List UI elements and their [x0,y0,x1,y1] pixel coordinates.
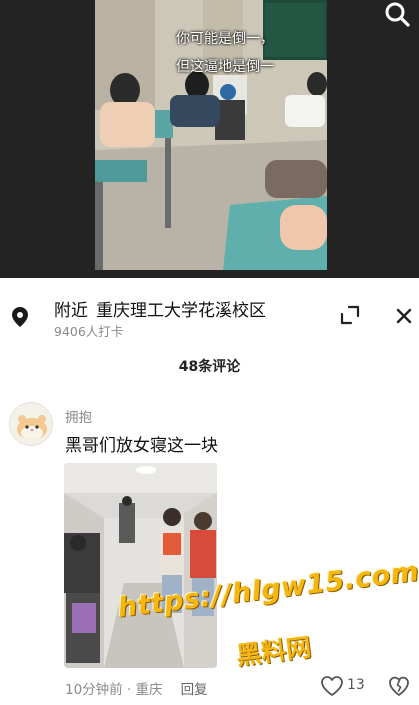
video-subtitle-line-1: 你可能是倒一， [176,31,274,47]
video-subtitle-line-2: 但这逼地是倒一 [176,59,274,75]
comment-count-header: 48条评论 [178,359,241,375]
dorm-hallway-photo [64,463,217,668]
comment-username[interactable]: 拥抱 [65,406,92,426]
hamster-avatar-image [10,403,52,445]
minimize-icon[interactable] [338,303,362,327]
heart-icon[interactable] [320,675,344,697]
comment-meta: 10分钟前 · 重庆 回复 [65,678,208,698]
location-name: 重庆理工大学花溪校区 [96,301,266,321]
like-count: 13 [347,677,365,693]
location-title[interactable]: 附近 重庆理工大学花溪校区 [54,296,266,321]
location-checkins: 9406人打卡 [54,324,124,339]
comment-photo[interactable] [64,463,217,668]
search-icon[interactable] [382,0,414,32]
comment-time-place: 10分钟前 · 重庆 [65,682,163,698]
watermark-name: 黑料网 [234,632,313,671]
dislike-heart-icon[interactable] [388,675,410,697]
close-icon[interactable] [390,302,418,330]
location-pin-icon [12,307,28,327]
comment-text: 黑哥们放女寝这一块 [65,436,218,456]
reply-button[interactable]: 回复 [181,682,208,698]
location-prefix: 附近 [54,301,88,321]
video-player[interactable]: 你可能是倒一， 但这逼地是倒一 [0,0,419,278]
avatar[interactable] [9,402,53,446]
